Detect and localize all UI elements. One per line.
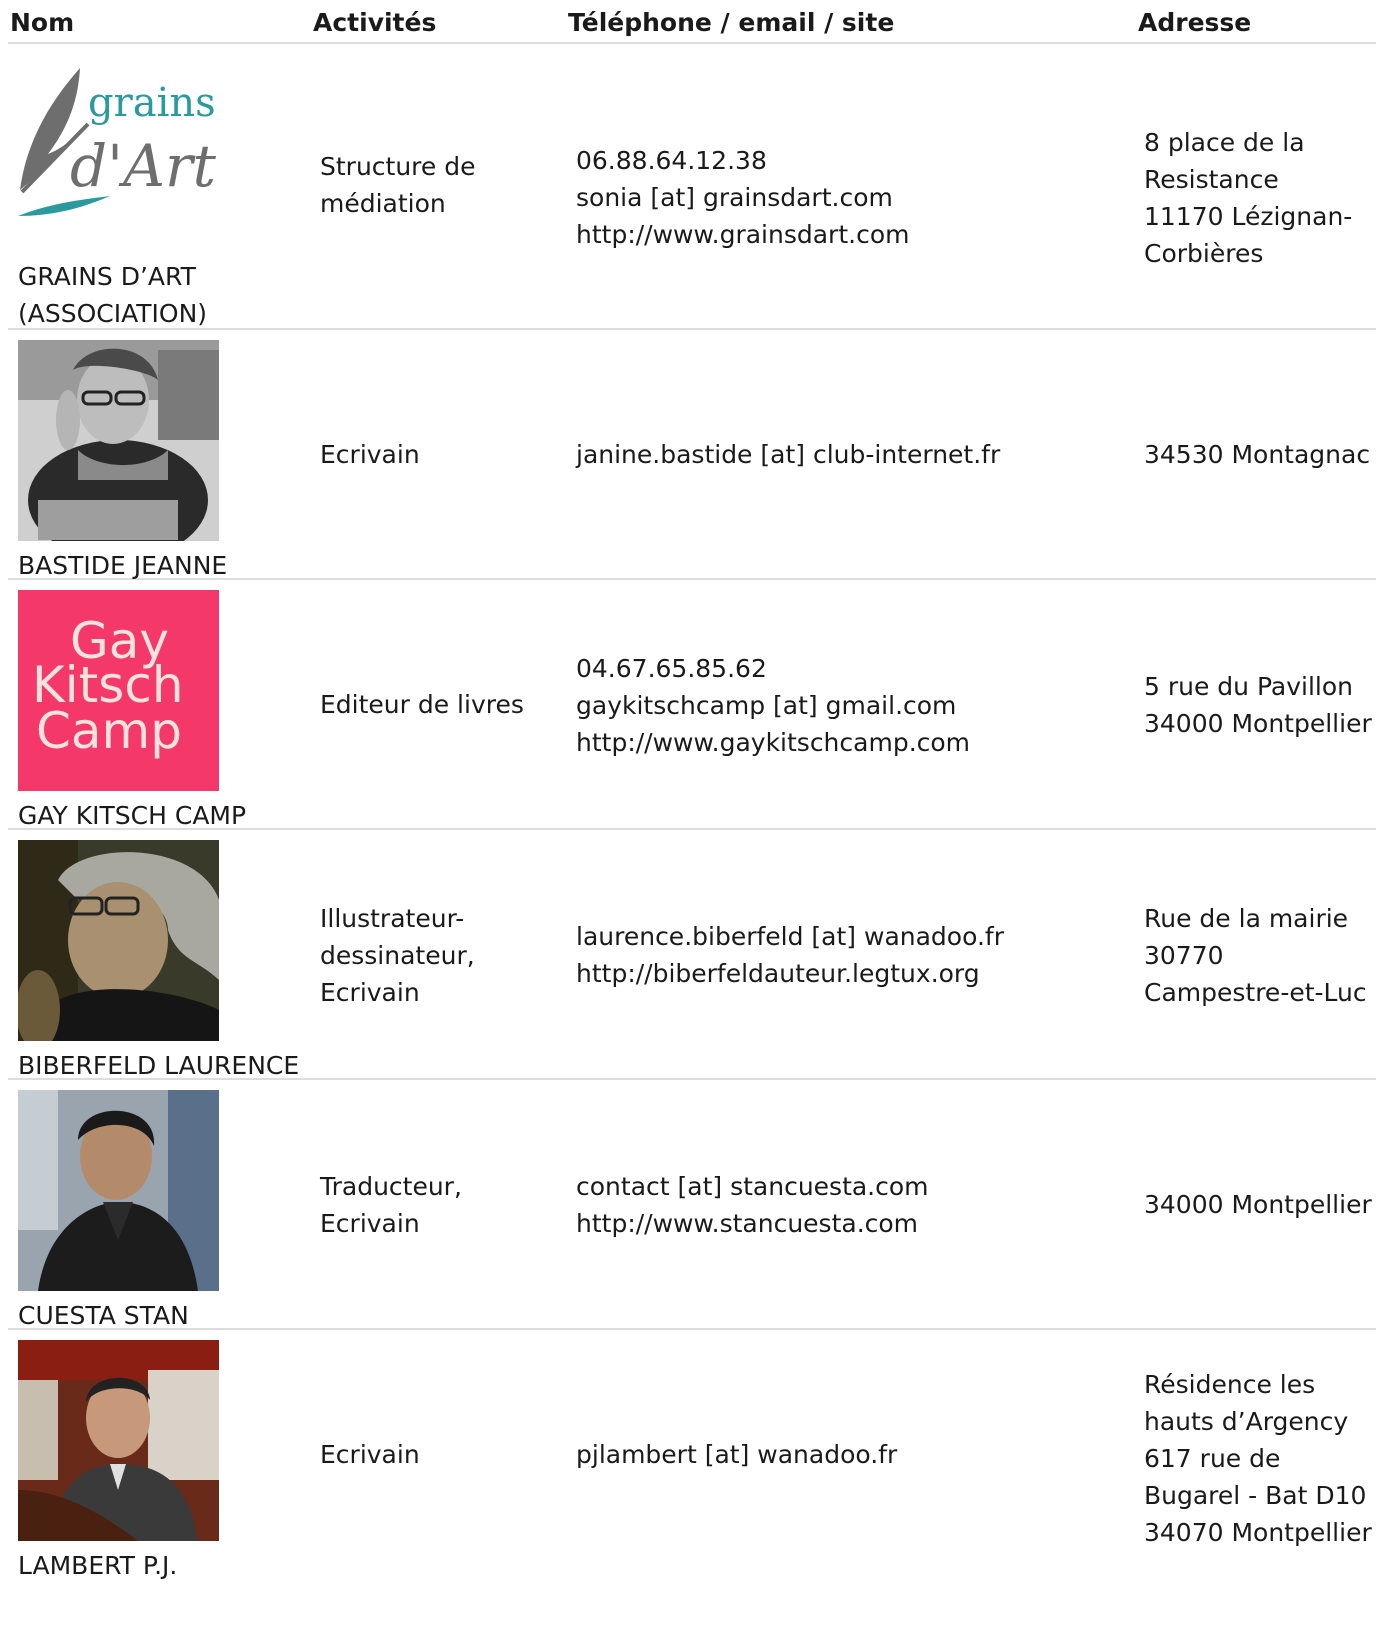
website-link[interactable]: http://www.stancuesta.com: [576, 1205, 1136, 1242]
table-row: Gay Kitsch Camp GAY KITSCH CAMP Editeur …: [8, 580, 1376, 830]
logo-camp-text: Camp: [36, 702, 182, 760]
name-cell: BASTIDE JEANNE: [18, 340, 308, 584]
email[interactable]: gaykitschcamp [at] gmail.com: [576, 687, 1136, 724]
entry-name[interactable]: GRAINS D’ART (ASSOCIATION): [18, 258, 308, 332]
activity-cell: Ecrivain: [320, 440, 420, 469]
entry-name[interactable]: CUESTA STAN: [18, 1297, 308, 1334]
logo-dart-text: d'Art: [70, 132, 217, 200]
column-header-nom[interactable]: Nom: [10, 8, 74, 38]
contact-cell: janine.bastide [at] club-internet.fr: [576, 436, 1136, 473]
name-cell: CUESTA STAN: [18, 1090, 308, 1334]
email[interactable]: janine.bastide [at] club-internet.fr: [576, 436, 1136, 473]
portrait-photo[interactable]: [18, 340, 219, 541]
grains-dart-logo[interactable]: grains d'Art: [18, 64, 219, 232]
portrait-photo[interactable]: [18, 840, 219, 1041]
email[interactable]: contact [at] stancuesta.com: [576, 1168, 1136, 1205]
phone: 06.88.64.12.38: [576, 146, 767, 175]
gay-kitsch-camp-logo[interactable]: Gay Kitsch Camp: [18, 590, 219, 791]
portrait-photo[interactable]: [18, 1340, 219, 1541]
table-row: grains d'Art GRAINS D’ART (ASSOCIATION) …: [8, 44, 1376, 330]
contact-cell: pjlambert [at] wanadoo.fr: [576, 1436, 1136, 1473]
email[interactable]: sonia [at] grainsdart.com: [576, 179, 1136, 216]
column-header-contact[interactable]: Téléphone / email / site: [568, 8, 894, 38]
table-row: BASTIDE JEANNE Ecrivain janine.bastide […: [8, 330, 1376, 580]
entry-name[interactable]: GAY KITSCH CAMP: [18, 797, 308, 834]
contact-cell: 04.67.65.85.62 gaykitschcamp [at] gmail.…: [576, 650, 1136, 761]
activity-cell: Illustrateur- dessinateur, Ecrivain: [320, 904, 475, 1007]
table-row: LAMBERT P.J. Ecrivain pjlambert [at] wan…: [8, 1330, 1376, 1580]
address-cell: Rue de la mairie 30770 Campestre-et-Luc: [1144, 904, 1367, 1007]
table-row: BIBERFELD LAURENCE Illustrateur- dessina…: [8, 830, 1376, 1080]
directory-table: Nom Activités Téléphone / email / site A…: [8, 0, 1376, 1580]
name-cell: BIBERFELD LAURENCE: [18, 840, 308, 1084]
phone: 04.67.65.85.62: [576, 654, 767, 683]
table-row: CUESTA STAN Traducteur, Ecrivain contact…: [8, 1080, 1376, 1330]
address-cell: Résidence les hauts d’Argency 617 rue de…: [1144, 1370, 1372, 1547]
address-cell: 34000 Montpellier: [1144, 1190, 1372, 1219]
activity-cell: Ecrivain: [320, 1440, 420, 1469]
column-header-adresse[interactable]: Adresse: [1138, 8, 1251, 38]
address-cell: 34530 Montagnac: [1144, 440, 1371, 469]
entry-name[interactable]: LAMBERT P.J.: [18, 1547, 308, 1584]
logo-grains-text: grains: [88, 80, 216, 126]
activity-cell: Traducteur, Ecrivain: [320, 1172, 462, 1238]
entry-name[interactable]: BASTIDE JEANNE: [18, 547, 308, 584]
email[interactable]: pjlambert [at] wanadoo.fr: [576, 1436, 1136, 1473]
contact-cell: 06.88.64.12.38 sonia [at] grainsdart.com…: [576, 142, 1136, 253]
name-cell: Gay Kitsch Camp GAY KITSCH CAMP: [18, 590, 308, 834]
website-link[interactable]: http://www.gaykitschcamp.com: [576, 724, 1136, 761]
website-link[interactable]: http://www.grainsdart.com: [576, 216, 1136, 253]
address-cell: 5 rue du Pavillon 34000 Montpellier: [1144, 672, 1372, 738]
portrait-photo[interactable]: [18, 1090, 219, 1291]
activity-cell: Editeur de livres: [320, 690, 524, 719]
name-cell: LAMBERT P.J.: [18, 1340, 308, 1584]
column-header-activites[interactable]: Activités: [313, 8, 436, 38]
address-cell: 8 place de la Resistance 11170 Lézignan-…: [1144, 128, 1353, 268]
activity-cell: Structure de médiation: [320, 152, 476, 218]
contact-cell: contact [at] stancuesta.com http://www.s…: [576, 1168, 1136, 1242]
name-cell: grains d'Art GRAINS D’ART (ASSOCIATION): [18, 64, 308, 332]
email[interactable]: laurence.biberfeld [at] wanadoo.fr: [576, 918, 1136, 955]
contact-cell: laurence.biberfeld [at] wanadoo.fr http:…: [576, 918, 1136, 992]
table-header: Nom Activités Téléphone / email / site A…: [8, 0, 1376, 44]
website-link[interactable]: http://biberfeldauteur.legtux.org: [576, 955, 1136, 992]
entry-name[interactable]: BIBERFELD LAURENCE: [18, 1047, 308, 1084]
